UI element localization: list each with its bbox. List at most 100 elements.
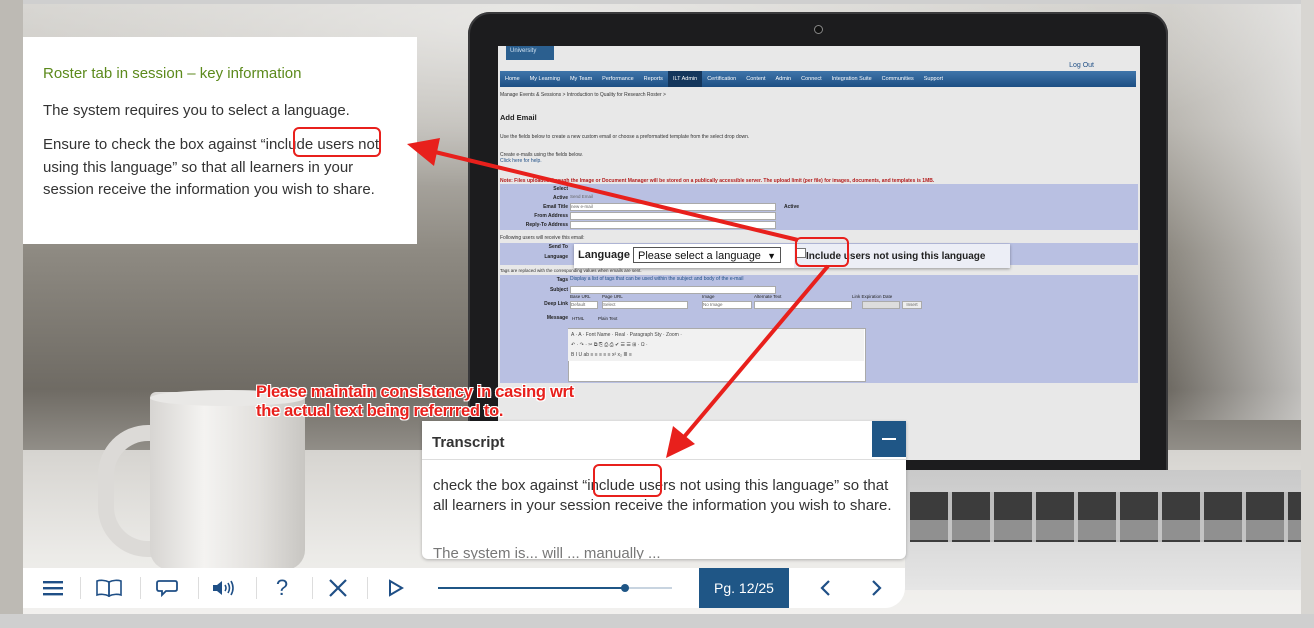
page-heading: Add Email: [500, 113, 537, 122]
dropdown-caret-icon: ▼: [767, 251, 776, 261]
speech-bubble-icon[interactable]: [143, 568, 191, 608]
toolbar-row-1[interactable]: A · A · Font Name · Real · Paragraph Sty…: [571, 330, 861, 340]
format-html-radio[interactable]: HTML: [572, 316, 584, 321]
screen-nav-item[interactable]: Certification: [702, 71, 741, 87]
tags-link[interactable]: Display a list of tags that can be used …: [570, 276, 743, 282]
intro-text: Use the fields below to create a new cus…: [500, 134, 750, 140]
frame-right: [1301, 0, 1314, 628]
email-form-top: Select Active Send Email Email Title new…: [500, 184, 1138, 230]
active-value: Send Email: [570, 194, 594, 199]
transcript-title: Transcript: [432, 434, 505, 451]
language-label: Language: [578, 249, 630, 261]
screen-nav-item[interactable]: My Team: [565, 71, 597, 87]
email-title-input[interactable]: new e-mail: [570, 203, 776, 211]
label-language-small: Language: [544, 254, 568, 260]
screen-nav-item[interactable]: Support: [919, 71, 948, 87]
divider: [256, 577, 257, 599]
logout-link[interactable]: Log Out: [1069, 62, 1094, 69]
from-address-input[interactable]: [570, 212, 776, 220]
screen-nav-item[interactable]: ILT Admin: [667, 71, 703, 87]
transcript-next-line: The system is... will ... manually ...: [433, 545, 661, 559]
divider: [367, 577, 368, 599]
divider: [312, 577, 313, 599]
frame-bottom: [0, 614, 1314, 628]
screen-nav-item[interactable]: My Learning: [525, 71, 565, 87]
progress-fill: [438, 587, 626, 589]
close-icon[interactable]: [314, 568, 362, 608]
link-expiration-label: Link Expiration Date: [852, 294, 893, 299]
annotation-box-checkbox: [795, 237, 849, 267]
minimize-icon[interactable]: [872, 421, 906, 457]
transcript-panel: Transcript check the box against “includ…: [422, 421, 906, 559]
screen-nav-item[interactable]: Performance: [597, 71, 639, 87]
label-active: Active: [552, 195, 568, 201]
info-title: Roster tab in session – key information: [43, 65, 302, 82]
language-select[interactable]: Please select a language ▼: [633, 247, 781, 263]
annotation-box-info: [293, 127, 381, 157]
toolbar-row-3[interactable]: B I U ab ≡ ≡ ≡ ≡ ≡ x² x₂ ≣ ≡: [571, 350, 861, 360]
base-url-label: Base URL: [570, 294, 591, 299]
screen-nav-item[interactable]: Integration Suite: [827, 71, 877, 87]
alt-text-input[interactable]: [754, 301, 852, 309]
screen-nav-item[interactable]: Home: [500, 71, 525, 87]
divider: [80, 577, 81, 599]
volume-icon[interactable]: [200, 568, 248, 608]
language-bar: Language Please select a language ▼ Incl…: [574, 244, 1010, 268]
label-send-to: Send To: [548, 244, 568, 250]
base-url-select[interactable]: Default: [570, 301, 598, 309]
toolbar-row-2[interactable]: ↶ · ↷ · ✂ ⧉ ⎘ ⎙ ⎙ ✔ ☰ ☰ ⊞ · Ω ·: [571, 340, 861, 350]
transcript-text: check the box against “include users not…: [433, 477, 892, 514]
active-checkbox-label[interactable]: Active: [784, 204, 799, 210]
divider: [198, 577, 199, 599]
language-select-value: Please select a language: [638, 250, 761, 262]
breadcrumb: Manage Events & Sessions > Introduction …: [500, 92, 666, 98]
tags-note: Tags are replaced with the corresponding…: [500, 268, 642, 273]
label-deep-link: Deep Link: [544, 301, 568, 307]
laptop-camera: [814, 25, 823, 34]
annotation-box-transcript: [593, 464, 662, 497]
divider: [140, 577, 141, 599]
create-text-block: Create e-mails using the fields below. C…: [500, 152, 583, 164]
image-label: Image: [702, 294, 715, 299]
image-select[interactable]: No Image: [702, 301, 752, 309]
progress-slider[interactable]: [438, 584, 672, 592]
screen-nav-item[interactable]: Communities: [877, 71, 919, 87]
label-subject: Subject: [549, 287, 568, 293]
progress-thumb[interactable]: [621, 584, 630, 592]
label-email-title: Email Title: [543, 204, 568, 210]
editor-toolbar[interactable]: A · A · Font Name · Real · Paragraph Sty…: [568, 329, 864, 361]
reply-to-input[interactable]: [570, 221, 776, 229]
label-from-address: From Address: [534, 213, 568, 219]
info-paragraph-1: The system requires you to select a lang…: [43, 102, 350, 119]
help-icon[interactable]: ?: [258, 568, 306, 608]
format-plain-radio[interactable]: Plain Text: [598, 316, 617, 321]
label-tags: Tags: [556, 277, 568, 283]
play-icon[interactable]: [372, 568, 420, 608]
screen-nav-bar: Home My Learning My Team Performance Reports…: [500, 71, 1136, 87]
page-indicator: Pg. 12/25: [699, 568, 789, 608]
subject-input[interactable]: [570, 286, 776, 294]
label-reply-to: Reply-To Address: [525, 222, 568, 228]
link-expiration-input[interactable]: [862, 301, 900, 309]
review-annotation: Please maintain consistency in casing wr…: [256, 383, 574, 420]
alt-text-label: Alternate Text: [754, 294, 782, 299]
book-icon[interactable]: [85, 568, 133, 608]
help-link[interactable]: Click here for help.: [500, 158, 583, 164]
window-glow: [1170, 0, 1314, 420]
page-url-select[interactable]: Select: [602, 301, 688, 309]
label-message: Message: [546, 315, 568, 321]
following-users-text: Following users will receive this email:: [500, 235, 585, 241]
frame-left: [0, 0, 23, 628]
screen-nav-item[interactable]: Connect: [796, 71, 827, 87]
chevron-left-icon[interactable]: [801, 568, 849, 608]
chevron-right-icon[interactable]: [853, 568, 901, 608]
screen-nav-item[interactable]: Reports: [639, 71, 668, 87]
transcript-header: Transcript: [422, 421, 906, 460]
insert-button[interactable]: Insert: [902, 301, 922, 309]
frame-top: [0, 0, 1314, 4]
screen-nav-item[interactable]: Content: [741, 71, 770, 87]
menu-icon[interactable]: [29, 568, 77, 608]
university-logo: University: [506, 46, 554, 60]
screen-nav-item[interactable]: Admin: [771, 71, 797, 87]
page-url-label: Page URL: [602, 294, 623, 299]
